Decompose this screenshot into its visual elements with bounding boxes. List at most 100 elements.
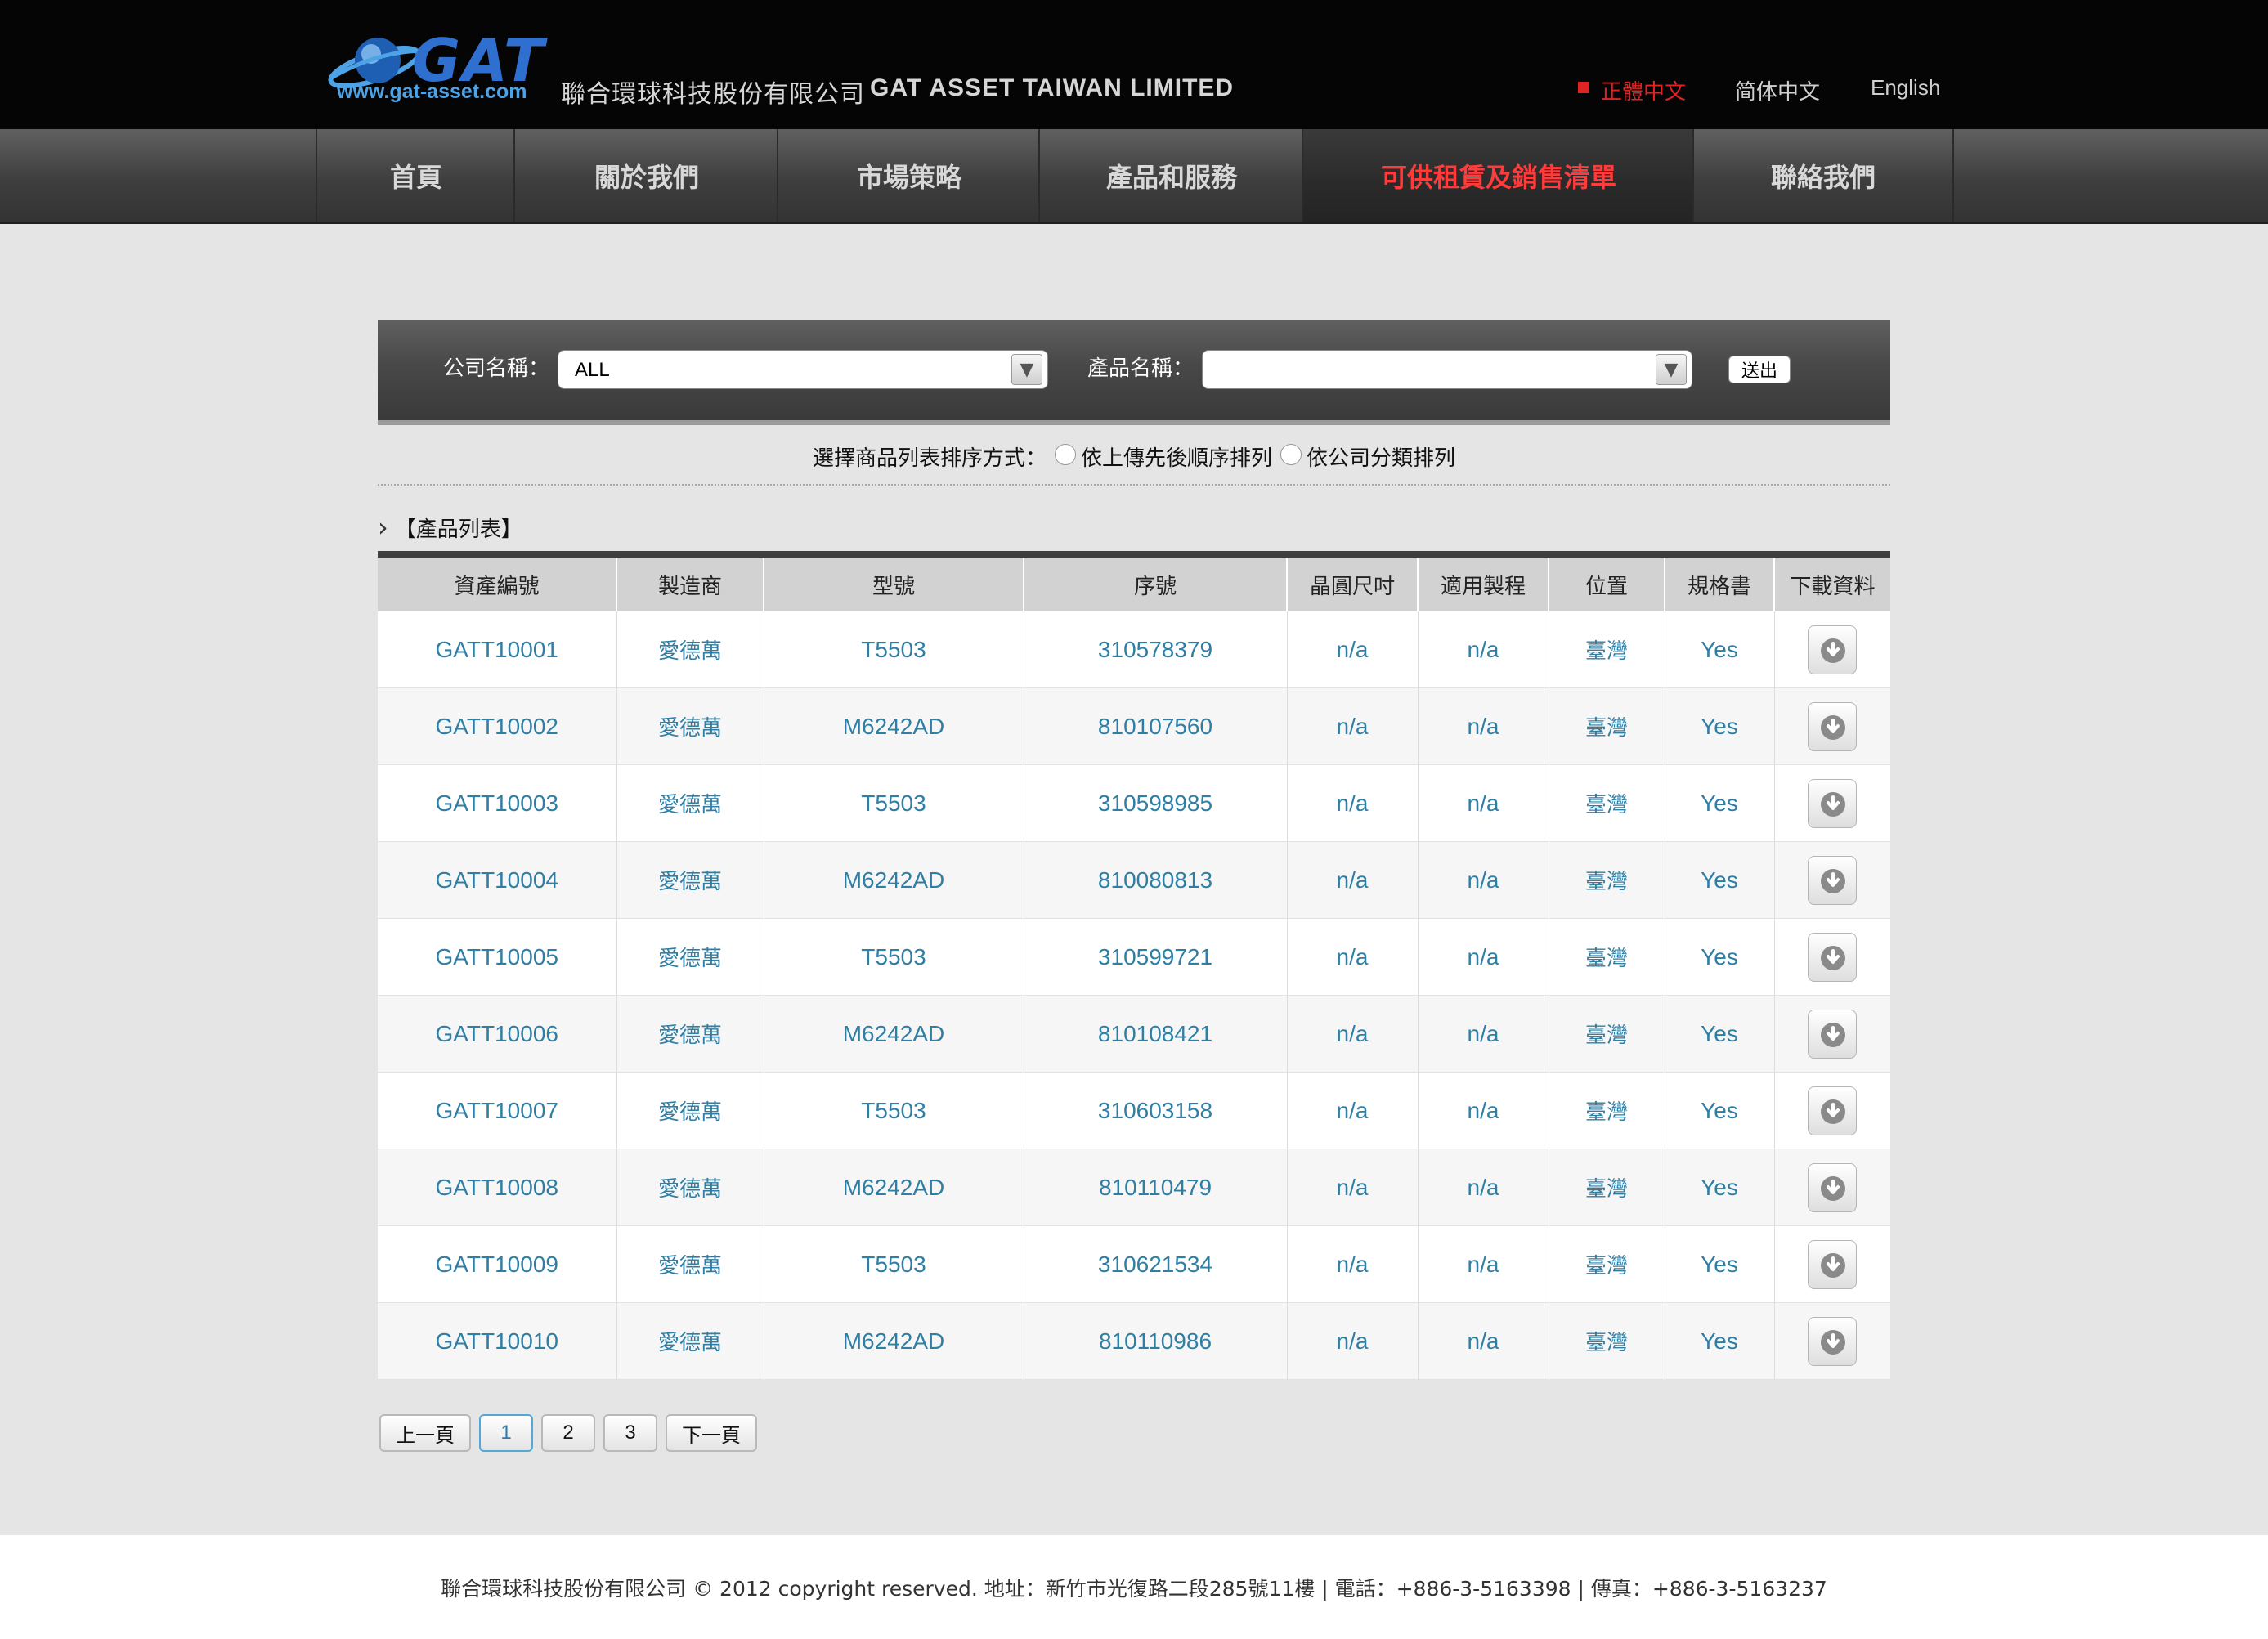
cell-manufacturer[interactable]: 愛德萬 xyxy=(616,611,764,688)
cell-wafer-size[interactable]: n/a xyxy=(1286,1072,1418,1149)
cell-manufacturer[interactable]: 愛德萬 xyxy=(616,1072,764,1149)
col-location[interactable]: 位置 xyxy=(1548,558,1665,611)
cell-process[interactable]: n/a xyxy=(1417,995,1549,1073)
nav-contact-us[interactable]: 聯絡我們 xyxy=(1692,129,1954,222)
cell-serial[interactable]: 810110479 xyxy=(1023,1149,1287,1226)
cell-spec-sheet[interactable]: Yes xyxy=(1664,1302,1774,1380)
nav-lease-sale-list[interactable]: 可供租賃及銷售清單 xyxy=(1302,129,1694,222)
download-button[interactable] xyxy=(1808,932,1858,982)
page-button-3[interactable]: 3 xyxy=(603,1414,657,1452)
cell-manufacturer[interactable]: 愛德萬 xyxy=(616,1149,764,1226)
prev-page-button[interactable]: 上一頁 xyxy=(379,1414,471,1452)
col-model[interactable]: 型號 xyxy=(763,558,1024,611)
cell-manufacturer[interactable]: 愛德萬 xyxy=(616,764,764,842)
cell-wafer-size[interactable]: n/a xyxy=(1286,764,1418,842)
page-button-1[interactable]: 1 xyxy=(479,1414,533,1452)
company-select[interactable]: ALL ▼ xyxy=(558,350,1048,389)
cell-wafer-size[interactable]: n/a xyxy=(1286,1302,1418,1380)
cell-spec-sheet[interactable]: Yes xyxy=(1664,1225,1774,1303)
cell-process[interactable]: n/a xyxy=(1417,1302,1549,1380)
page-button-2[interactable]: 2 xyxy=(541,1414,595,1452)
cell-process[interactable]: n/a xyxy=(1417,1225,1549,1303)
cell-model[interactable]: M6242AD xyxy=(763,1302,1024,1380)
product-select[interactable]: ▼ xyxy=(1202,350,1692,389)
chevron-down-icon[interactable]: ▼ xyxy=(1656,354,1687,385)
cell-model[interactable]: T5503 xyxy=(763,611,1024,688)
cell-serial[interactable]: 310598985 xyxy=(1023,764,1287,842)
download-button[interactable] xyxy=(1808,1162,1858,1212)
cell-spec-sheet[interactable]: Yes xyxy=(1664,841,1774,919)
cell-model[interactable]: M6242AD xyxy=(763,687,1024,765)
cell-location[interactable]: 臺灣 xyxy=(1548,1072,1665,1149)
download-button[interactable] xyxy=(1808,625,1858,674)
cell-asset-id[interactable]: GATT10008 xyxy=(378,1149,616,1226)
col-process[interactable]: 適用製程 xyxy=(1417,558,1549,611)
cell-manufacturer[interactable]: 愛德萬 xyxy=(616,1302,764,1380)
download-button[interactable] xyxy=(1808,855,1858,905)
cell-serial[interactable]: 310621534 xyxy=(1023,1225,1287,1303)
col-manufacturer[interactable]: 製造商 xyxy=(616,558,764,611)
cell-asset-id[interactable]: GATT10002 xyxy=(378,687,616,765)
cell-spec-sheet[interactable]: Yes xyxy=(1664,1149,1774,1226)
cell-asset-id[interactable]: GATT10010 xyxy=(378,1302,616,1380)
next-page-button[interactable]: 下一頁 xyxy=(666,1414,757,1452)
cell-asset-id[interactable]: GATT10005 xyxy=(378,918,616,996)
download-button[interactable] xyxy=(1808,778,1858,828)
sort-upload-order-label[interactable]: 依上傳先後順序排列 xyxy=(1081,441,1272,472)
nav-about-us[interactable]: 關於我們 xyxy=(513,129,778,222)
cell-location[interactable]: 臺灣 xyxy=(1548,918,1665,996)
cell-asset-id[interactable]: GATT10009 xyxy=(378,1225,616,1303)
col-wafer-size[interactable]: 晶圓尺吋 xyxy=(1286,558,1418,611)
nav-home[interactable]: 首頁 xyxy=(316,129,515,222)
cell-manufacturer[interactable]: 愛德萬 xyxy=(616,1225,764,1303)
cell-wafer-size[interactable]: n/a xyxy=(1286,841,1418,919)
lang-simplified-chinese[interactable]: 简体中文 xyxy=(1735,75,1820,105)
cell-wafer-size[interactable]: n/a xyxy=(1286,687,1418,765)
cell-location[interactable]: 臺灣 xyxy=(1548,1302,1665,1380)
cell-process[interactable]: n/a xyxy=(1417,687,1549,765)
cell-process[interactable]: n/a xyxy=(1417,1072,1549,1149)
cell-location[interactable]: 臺灣 xyxy=(1548,687,1665,765)
cell-serial[interactable]: 310578379 xyxy=(1023,611,1287,688)
cell-spec-sheet[interactable]: Yes xyxy=(1664,611,1774,688)
cell-asset-id[interactable]: GATT10001 xyxy=(378,611,616,688)
cell-asset-id[interactable]: GATT10006 xyxy=(378,995,616,1073)
download-button[interactable] xyxy=(1808,1086,1858,1135)
cell-model[interactable]: M6242AD xyxy=(763,1149,1024,1226)
cell-process[interactable]: n/a xyxy=(1417,611,1549,688)
cell-manufacturer[interactable]: 愛德萬 xyxy=(616,918,764,996)
nav-market-strategy[interactable]: 市場策略 xyxy=(777,129,1040,222)
cell-serial[interactable]: 310599721 xyxy=(1023,918,1287,996)
cell-spec-sheet[interactable]: Yes xyxy=(1664,764,1774,842)
col-asset-id[interactable]: 資產編號 xyxy=(378,558,616,611)
lang-traditional-chinese[interactable]: 正體中文 xyxy=(1601,75,1686,105)
lang-english[interactable]: English xyxy=(1871,75,1940,101)
cell-serial[interactable]: 810080813 xyxy=(1023,841,1287,919)
cell-serial[interactable]: 810107560 xyxy=(1023,687,1287,765)
cell-wafer-size[interactable]: n/a xyxy=(1286,1225,1418,1303)
sort-upload-order-radio[interactable] xyxy=(1054,444,1076,465)
download-button[interactable] xyxy=(1808,1316,1858,1366)
cell-process[interactable]: n/a xyxy=(1417,764,1549,842)
cell-manufacturer[interactable]: 愛德萬 xyxy=(616,687,764,765)
col-download[interactable]: 下載資料 xyxy=(1773,558,1890,611)
cell-serial[interactable]: 810108421 xyxy=(1023,995,1287,1073)
cell-process[interactable]: n/a xyxy=(1417,1149,1549,1226)
cell-location[interactable]: 臺灣 xyxy=(1548,995,1665,1073)
cell-location[interactable]: 臺灣 xyxy=(1548,764,1665,842)
cell-location[interactable]: 臺灣 xyxy=(1548,1225,1665,1303)
cell-serial[interactable]: 810110986 xyxy=(1023,1302,1287,1380)
col-spec-sheet[interactable]: 規格書 xyxy=(1664,558,1774,611)
cell-wafer-size[interactable]: n/a xyxy=(1286,611,1418,688)
col-serial[interactable]: 序號 xyxy=(1023,558,1287,611)
cell-spec-sheet[interactable]: Yes xyxy=(1664,995,1774,1073)
cell-model[interactable]: T5503 xyxy=(763,918,1024,996)
cell-asset-id[interactable]: GATT10004 xyxy=(378,841,616,919)
cell-model[interactable]: M6242AD xyxy=(763,995,1024,1073)
cell-location[interactable]: 臺灣 xyxy=(1548,841,1665,919)
cell-spec-sheet[interactable]: Yes xyxy=(1664,918,1774,996)
site-logo[interactable]: GAT www.gat-asset.com xyxy=(327,26,548,108)
cell-manufacturer[interactable]: 愛德萬 xyxy=(616,995,764,1073)
cell-model[interactable]: T5503 xyxy=(763,764,1024,842)
cell-asset-id[interactable]: GATT10007 xyxy=(378,1072,616,1149)
